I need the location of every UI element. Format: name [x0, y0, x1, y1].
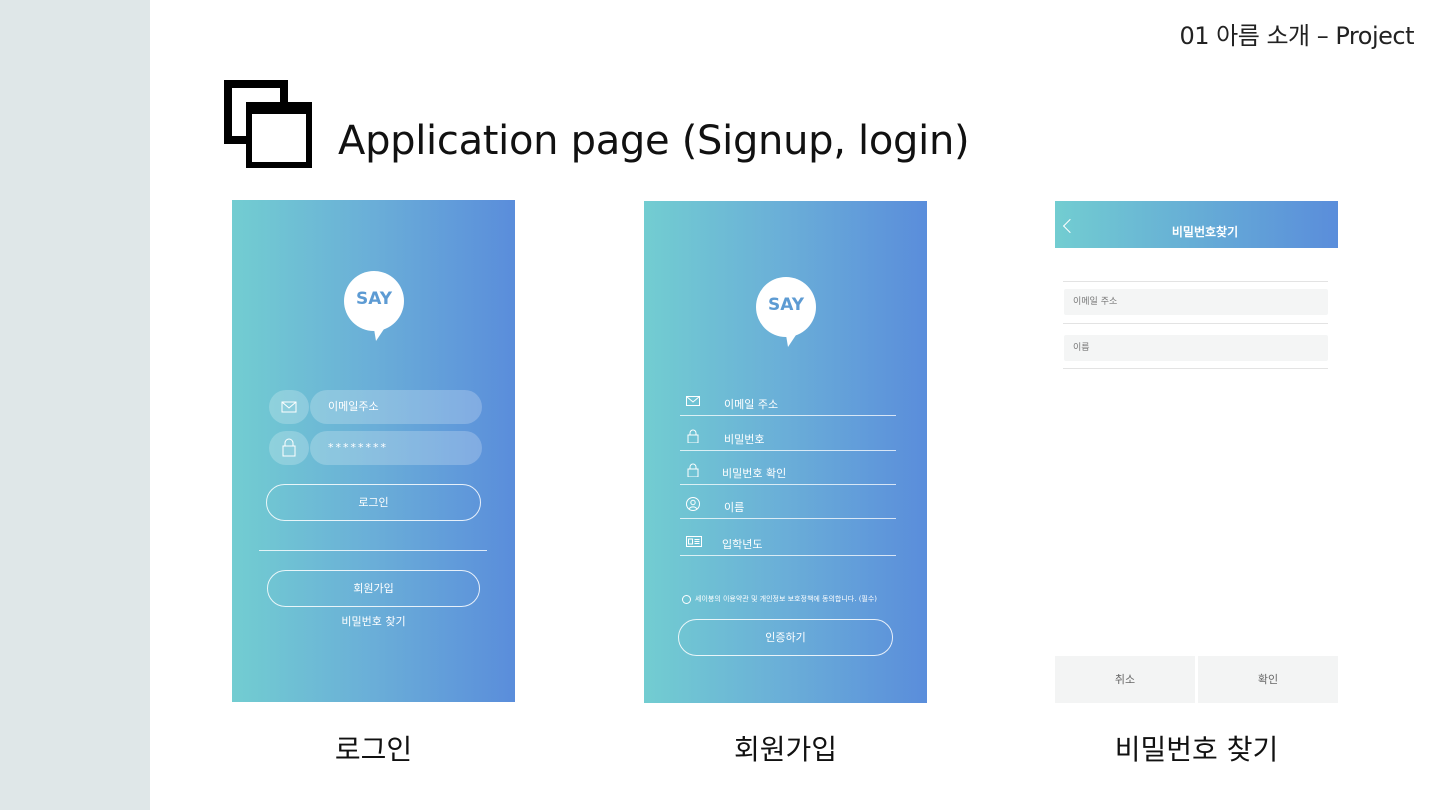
screen-title: 비밀번호찾기 — [1171, 225, 1239, 239]
caption-login: 로그인 — [334, 733, 413, 766]
terms-agreement[interactable]: 세이봉의 이용약관 및 개인정보 보호정책에 동의합니다. (필수) — [682, 594, 877, 604]
check-circle-icon[interactable] — [682, 594, 691, 604]
signup-button[interactable]: 회원가입 — [267, 570, 480, 607]
cancel-button[interactable]: 취소 — [1055, 656, 1195, 703]
email-input[interactable]: 이메일 주소 — [1064, 289, 1328, 315]
signup-name-field[interactable]: 이름 — [680, 489, 896, 519]
email-input[interactable]: 이메일주소 — [310, 390, 482, 424]
field-label: 입학년도 — [722, 538, 763, 551]
say-logo: SAY — [756, 277, 816, 347]
user-icon — [686, 497, 700, 511]
signup-password-confirm-field[interactable]: 비밀번호 확인 — [680, 455, 896, 485]
find-password-link[interactable]: 비밀번호 찾기 — [232, 613, 515, 629]
field-label: 비밀번호 — [724, 433, 765, 446]
envelope-icon — [686, 396, 700, 406]
verify-button[interactable]: 인증하기 — [678, 619, 893, 656]
name-input[interactable]: 이름 — [1064, 335, 1328, 361]
envelope-icon — [281, 401, 297, 413]
id-card-icon — [686, 536, 702, 547]
email-icon-holder — [269, 390, 309, 424]
signup-email-field[interactable]: 이메일 주소 — [680, 386, 896, 416]
login-button[interactable]: 로그인 — [266, 484, 481, 521]
page-title: Application page (Signup, login) — [338, 118, 970, 164]
field-label: 이메일 주소 — [724, 398, 779, 411]
say-logo: SAY — [344, 271, 404, 341]
confirm-button[interactable]: 확인 — [1198, 656, 1338, 703]
divider — [259, 550, 487, 551]
password-icon-holder — [269, 431, 309, 465]
field-label: 비밀번호 확인 — [722, 467, 787, 480]
caption-find-password: 비밀번호 찾기 — [1114, 733, 1279, 766]
divider — [1063, 323, 1328, 324]
caption-signup: 회원가입 — [733, 733, 838, 766]
lock-icon — [687, 429, 699, 443]
lock-icon — [687, 463, 699, 477]
signup-password-field[interactable]: 비밀번호 — [680, 421, 896, 451]
divider — [1063, 281, 1328, 282]
windows-icon — [224, 80, 312, 168]
password-input[interactable]: ******** — [310, 431, 482, 465]
lock-icon — [282, 438, 296, 457]
left-side-band — [0, 0, 150, 810]
signup-year-field[interactable]: 입학년도 — [680, 526, 896, 556]
login-screen: SAY 이메일주소 ******** 로그인 회원가입 비밀번호 찾기 — [232, 200, 515, 702]
field-label: 이름 — [724, 501, 745, 514]
signup-screen: SAY 이메일 주소 비밀번호 비밀번호 확인 이름 입학년도 세이봉의 이용약… — [644, 201, 927, 703]
divider — [1063, 368, 1328, 369]
find-password-screen: 비밀번호찾기 이메일 주소 이름 취소 확인 — [1055, 201, 1338, 703]
find-password-header: 비밀번호찾기 — [1055, 201, 1338, 248]
section-header: 01 아름 소개 – Project — [1179, 22, 1415, 50]
